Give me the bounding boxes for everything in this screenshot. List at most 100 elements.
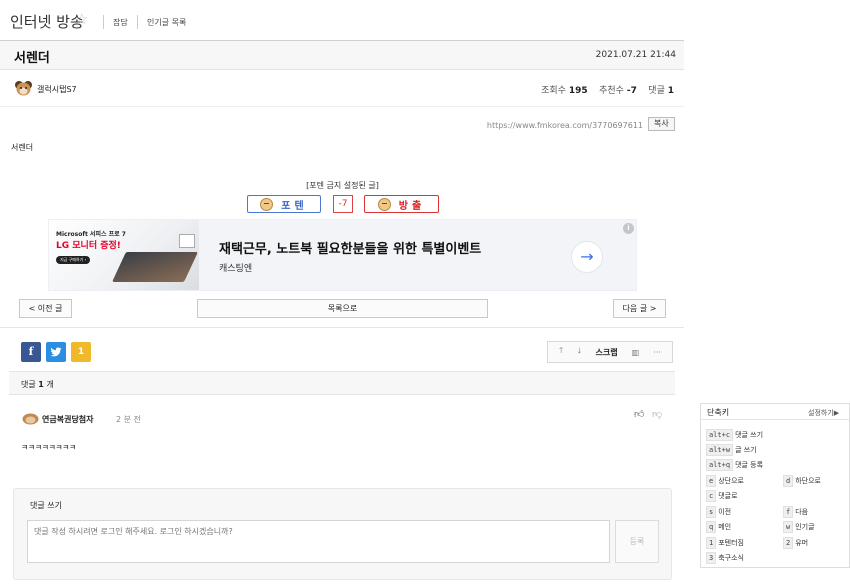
commenter-avatar[interactable] bbox=[22, 412, 39, 425]
facebook-share-button[interactable]: f bbox=[21, 342, 41, 362]
angry-face-icon bbox=[377, 197, 391, 211]
shortcut-label: 글 쓰기 bbox=[735, 446, 757, 454]
arrow-up-icon[interactable]: 🡑 bbox=[559, 345, 563, 359]
shortcut-row: alt+c 댓글 쓰기 bbox=[706, 429, 763, 441]
comment-write-title: 댓글 쓰기 bbox=[30, 501, 62, 510]
prev-post-button[interactable]: < 이전 글 bbox=[19, 299, 72, 318]
shortcut-key: c bbox=[706, 490, 717, 502]
ad-advertiser: 캐스팅엔 bbox=[219, 264, 253, 274]
monitor-image bbox=[179, 234, 195, 248]
comments-count: 1 bbox=[667, 86, 674, 96]
bar-chart-icon[interactable]: ▥ bbox=[632, 348, 640, 357]
comment-input[interactable] bbox=[27, 520, 610, 563]
shortcut-panel: 단축키 설정하기▶ alt+c 댓글 쓰기 alt+w 글 쓰기 alt+q 댓글 등… bbox=[700, 403, 850, 568]
shortcut-key: alt+q bbox=[706, 459, 734, 471]
ad-headline[interactable]: 재택근무, 노트북 필요한분들을 위한 특별이벤트 bbox=[219, 238, 481, 257]
arrow-down-icon[interactable]: 🡓 bbox=[577, 345, 581, 359]
vote-notice: [포텐 금지 설정된 글] bbox=[306, 181, 379, 190]
thumbs-up-icon[interactable]: 👍︎ bbox=[634, 408, 644, 420]
ad-banner[interactable]: Microsoft 서피스 프로 7 LG 모니터 증정! 지금 구매하기 › … bbox=[48, 219, 637, 291]
vote-up-button[interactable]: 포텐 bbox=[247, 195, 321, 213]
ad-thumb-cta: 지금 구매하기 › bbox=[56, 256, 91, 264]
comment-count-suffix: 개 bbox=[46, 380, 54, 389]
shortcut-label: 포텐터짐 bbox=[718, 539, 744, 547]
smile-face-icon bbox=[260, 197, 274, 211]
shortcut-label: 다음 bbox=[795, 508, 809, 516]
post-body-text: 서렌더 bbox=[11, 143, 34, 152]
shortcut-row: e 상단으로 bbox=[706, 475, 744, 487]
shortcut-key: 1 bbox=[706, 537, 717, 549]
post-date: 2021.07.21 21:44 bbox=[595, 50, 676, 60]
shortcut-row: s 이전 bbox=[706, 506, 731, 518]
board-title[interactable]: 인터넷 방송 bbox=[10, 11, 84, 32]
post-url[interactable]: https://www.fmkorea.com/3770697611 bbox=[487, 121, 643, 130]
post-title: 서렌더 bbox=[14, 51, 50, 66]
views-label: 조회수 bbox=[541, 86, 566, 96]
comment-submit-button[interactable]: 등록 bbox=[615, 520, 659, 563]
etc-share-button[interactable]: 1 bbox=[71, 342, 91, 362]
views-count: 195 bbox=[568, 86, 588, 96]
shortcut-row: 1 포텐터짐 bbox=[706, 537, 744, 549]
shortcut-row: q 메인 bbox=[706, 521, 731, 533]
post-toolbar: 🡑 🡓 스크랩 ▥ ··· bbox=[547, 341, 673, 363]
twitter-bird-icon bbox=[50, 347, 62, 357]
thumbs-down-icon[interactable]: 👎︎ bbox=[652, 408, 662, 420]
twitter-share-button[interactable] bbox=[46, 342, 66, 362]
shortcut-label: 댓글로 bbox=[718, 492, 738, 500]
copy-url-button[interactable]: 복사 bbox=[648, 117, 675, 131]
comment-count-number: 1 bbox=[38, 380, 44, 389]
back-to-list-button[interactable]: 목록으로 bbox=[197, 299, 488, 318]
vote-down-button[interactable]: 방출 bbox=[364, 195, 439, 213]
popular-list-link[interactable]: 인기글 목록 bbox=[147, 17, 186, 28]
shortcut-row: 2 유머 bbox=[783, 537, 808, 549]
shortcut-row: alt+q 댓글 등록 bbox=[706, 459, 763, 471]
category-link-chat[interactable]: 잡담 bbox=[113, 17, 128, 28]
shortcut-label: 축구소식 bbox=[718, 554, 744, 562]
shortcut-label: 유머 bbox=[795, 539, 809, 547]
shortcut-row: w 인기글 bbox=[783, 521, 815, 533]
vote-down-label: 방출 bbox=[398, 200, 426, 212]
ad-thumb-product: Microsoft 서피스 프로 7 bbox=[56, 231, 126, 238]
commenter-name[interactable]: 연금복권당첨자 bbox=[42, 414, 94, 425]
ad-info-icon[interactable]: i bbox=[623, 223, 634, 234]
author-avatar[interactable] bbox=[14, 80, 33, 96]
shortcut-key: 3 bbox=[706, 552, 717, 564]
shortcut-label: 메인 bbox=[718, 523, 732, 531]
shortcut-key: q bbox=[706, 521, 717, 533]
shortcut-key: w bbox=[783, 521, 794, 533]
post-title-bar bbox=[0, 41, 684, 70]
shortcut-row: c 댓글로 bbox=[706, 490, 738, 502]
ad-thumb-promo: LG 모니터 증정! bbox=[56, 241, 121, 251]
comments-label: 댓글 bbox=[648, 86, 665, 96]
shortcut-row: d 하단으로 bbox=[783, 475, 821, 487]
vote-up-label: 포텐 bbox=[281, 200, 308, 212]
comment-count-bar bbox=[9, 371, 675, 395]
next-post-button[interactable]: 다음 글 > bbox=[613, 299, 666, 318]
shortcut-row: alt+w 글 쓰기 bbox=[706, 444, 757, 456]
header-divider bbox=[137, 15, 138, 29]
shortcut-row: 3 축구소식 bbox=[706, 552, 744, 564]
shortcut-key: f bbox=[783, 506, 794, 518]
shortcut-label: 인기글 bbox=[795, 523, 815, 531]
ad-arrow-right-icon[interactable]: → bbox=[571, 241, 603, 273]
laptop-image bbox=[112, 252, 198, 282]
star-icon[interactable]: ☆ bbox=[75, 10, 88, 28]
shortcut-label: 상단으로 bbox=[718, 477, 744, 485]
more-icon[interactable]: ··· bbox=[653, 348, 661, 357]
shortcut-title: 단축키 bbox=[707, 408, 730, 417]
author-divider bbox=[0, 106, 684, 107]
shortcut-key: d bbox=[783, 475, 794, 487]
scrap-button[interactable]: 스크랩 bbox=[596, 347, 618, 358]
nav-divider bbox=[0, 327, 684, 328]
votes-count: -7 bbox=[626, 86, 637, 96]
shortcut-settings-link[interactable]: 설정하기▶ bbox=[808, 408, 839, 418]
shortcut-label: 댓글 쓰기 bbox=[735, 431, 764, 439]
shortcut-key: s bbox=[706, 506, 717, 518]
author-name[interactable]: 갤럭시탭S7 bbox=[37, 84, 77, 95]
comment-count: 댓글 1 개 bbox=[21, 379, 54, 390]
shortcut-key: e bbox=[706, 475, 717, 487]
ad-thumbnail[interactable]: Microsoft 서피스 프로 7 LG 모니터 증정! 지금 구매하기 › bbox=[49, 220, 199, 290]
shortcut-label: 댓글 등록 bbox=[735, 461, 764, 469]
shortcut-label: 이전 bbox=[718, 508, 732, 516]
header-divider bbox=[103, 15, 104, 29]
